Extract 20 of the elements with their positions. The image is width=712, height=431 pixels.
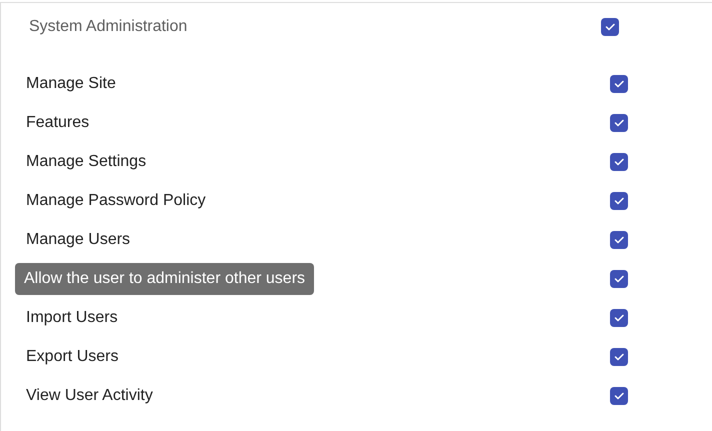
permission-label: View User Activity (26, 386, 153, 404)
checkbox[interactable] (610, 386, 628, 404)
checkbox[interactable] (610, 348, 628, 366)
section-title: System Administration (29, 16, 188, 36)
checkbox[interactable] (610, 192, 628, 210)
checkbox[interactable] (601, 18, 619, 36)
permission-label: Features (26, 114, 90, 130)
permission-label: Export Users (26, 348, 118, 364)
permission-label: Manage Password Policy (26, 192, 206, 208)
permission-label: Manage Users (26, 230, 130, 248)
permission-label: Import Users (26, 308, 118, 326)
checkbox[interactable] (610, 114, 628, 132)
checkbox[interactable] (610, 230, 628, 248)
checkbox[interactable] (610, 270, 628, 288)
permission-label: Manage Site (26, 74, 116, 92)
checkbox[interactable] (610, 152, 628, 170)
checkbox[interactable] (610, 74, 628, 92)
tooltip: Allow the user to administer other users (15, 263, 314, 295)
checkbox[interactable] (610, 308, 628, 326)
permission-label: Manage Settings (26, 152, 146, 170)
